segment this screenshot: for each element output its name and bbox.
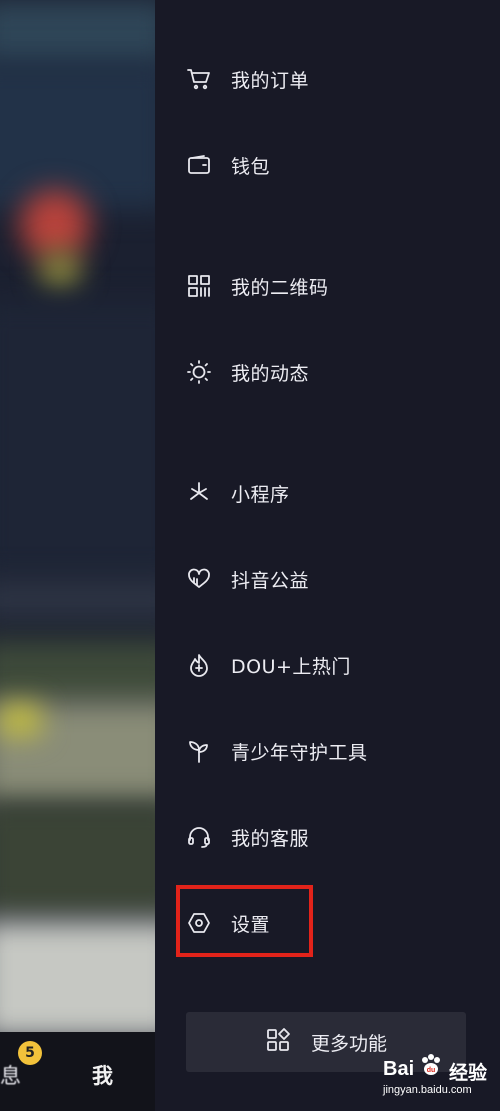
settings-highlight-box [176,885,313,957]
cart-icon [185,65,213,93]
svg-text:du: du [427,1067,436,1074]
menu-item-wallet[interactable]: 钱包 [185,141,475,189]
menu-item-label: 我的订单 [231,69,310,92]
grid-icon [265,1027,291,1057]
messages-badge: 5 [18,1041,42,1065]
menu-item-orders[interactable]: 我的订单 [185,55,475,103]
menu-item-label: 我的动态 [231,362,310,385]
watermark-url: jingyan.baidu.com [383,1084,472,1096]
paw-icon: du [417,1052,445,1084]
watermark-jingyan: 经验 [449,1062,488,1084]
watermark-logo-text: Bai [383,1058,415,1080]
sprout-icon [185,737,213,765]
heart-icon [185,565,213,593]
menu-item-youth[interactable]: 青少年守护工具 [185,727,475,775]
menu-item-douplus[interactable]: DOU+上热门 [185,641,475,689]
qrcode-icon [185,272,213,300]
background-content [0,0,170,1111]
asterisk-icon [185,479,213,507]
menu-item-service[interactable]: 我的客服 [185,813,475,861]
menu-item-label: 小程序 [231,483,290,506]
messages-tab[interactable]: 息 [0,1060,21,1090]
wallet-icon [185,151,213,179]
menu-item-label: 抖音公益 [231,569,310,592]
menu-item-miniprogram[interactable]: 小程序 [185,469,475,517]
menu-item-moments[interactable]: 我的动态 [185,348,475,396]
flame-plus-icon [185,651,213,679]
me-tab[interactable]: 我 [92,1060,113,1090]
menu-item-label: DOU+上热门 [231,655,351,678]
menu-item-label: 钱包 [231,155,271,178]
menu-item-label: 我的客服 [231,827,310,850]
baidu-jingyan-watermark: Bai du 经验 jingyan.baidu.com [383,1052,495,1102]
menu-item-charity[interactable]: 抖音公益 [185,555,475,603]
menu-item-label: 我的二维码 [231,276,329,299]
headset-icon [185,823,213,851]
sun-icon [185,358,213,386]
menu-item-label: 青少年守护工具 [231,741,368,764]
more-features-label: 更多功能 [310,1032,387,1055]
menu-item-qrcode[interactable]: 我的二维码 [185,262,475,310]
